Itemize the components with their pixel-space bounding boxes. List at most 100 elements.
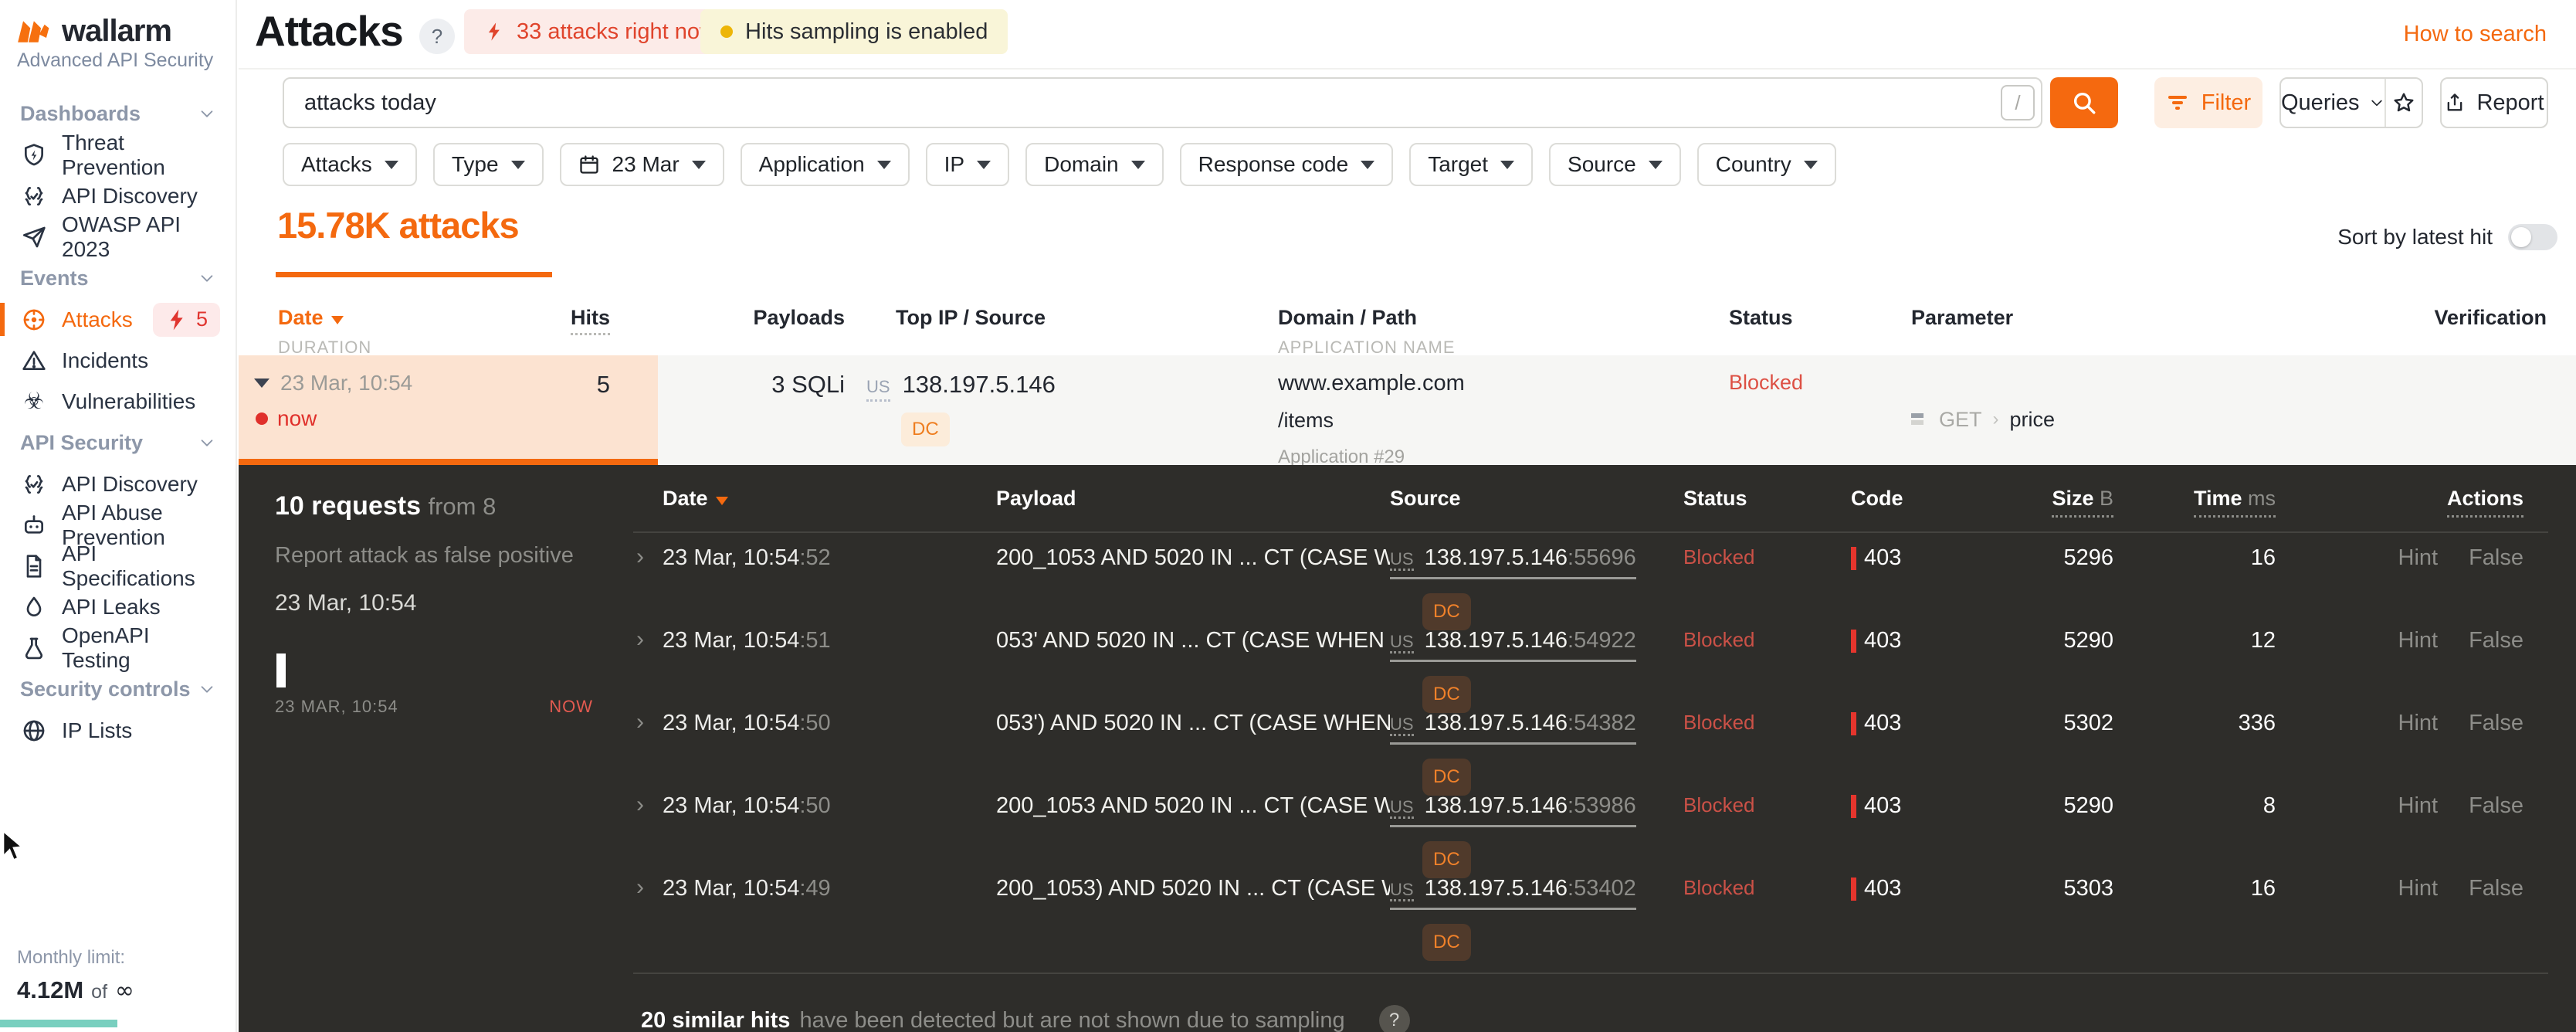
section-events[interactable]: Events	[0, 257, 236, 299]
sidebar-item-threat-prevention[interactable]: Threat Prevention	[0, 131, 236, 179]
queries-button[interactable]: Queries	[2281, 79, 2386, 127]
column-top-ip-source: Top IP / Source	[896, 306, 1046, 329]
sort-desc-icon	[330, 316, 344, 324]
filter-chip-target[interactable]: Target	[1409, 143, 1534, 186]
sidebar-item-api-abuse-prevention[interactable]: API Abuse Prevention	[0, 501, 236, 549]
datacenter-badge[interactable]: DC	[1422, 593, 1471, 630]
filter-chip-domain[interactable]: Domain	[1025, 143, 1164, 186]
hint-action[interactable]: Hint	[2398, 793, 2439, 818]
hint-action[interactable]: Hint	[2398, 628, 2439, 653]
hit-row[interactable]: › 23 Mar, 10:54:50 053') AND 5020 IN ...…	[633, 698, 2548, 796]
datacenter-badge[interactable]: DC	[1422, 759, 1471, 796]
attack-domain[interactable]: www.example.com	[1278, 371, 1642, 396]
sidebar-item-incidents[interactable]: Incidents	[0, 340, 236, 381]
column-size[interactable]: Size B	[2052, 487, 2113, 518]
attack-top-ip[interactable]: 138.197.5.146	[903, 371, 1056, 399]
attack-date[interactable]: 23 Mar, 10:54	[239, 371, 480, 395]
datacenter-badge[interactable]: DC	[1422, 841, 1471, 878]
section-dashboards[interactable]: Dashboards	[0, 93, 236, 134]
expand-chevron-icon[interactable]: ›	[633, 545, 663, 569]
false-action[interactable]: False	[2469, 545, 2523, 570]
column-code: Code	[1851, 487, 1903, 510]
column-hits[interactable]: Hits	[570, 306, 610, 335]
datacenter-badge[interactable]: DC	[1422, 676, 1471, 713]
hit-row[interactable]: › 23 Mar, 10:54:49 200_1053) AND 5020 IN…	[633, 864, 2548, 961]
section-api-security[interactable]: API Security	[0, 422, 236, 463]
hit-source[interactable]: US 138.197.5.146:54382 DC	[1390, 711, 1683, 796]
hit-status: Blocked	[1683, 628, 1755, 651]
false-action[interactable]: False	[2469, 628, 2523, 653]
filter-chip-type[interactable]: Type	[432, 143, 544, 186]
hit-source[interactable]: US 138.197.5.146:53986 DC	[1390, 793, 1683, 878]
false-action[interactable]: False	[2469, 876, 2523, 901]
filter-chip-attacks[interactable]: Attacks	[283, 143, 417, 186]
section-security-controls[interactable]: Security controls	[0, 668, 236, 710]
false-action[interactable]: False	[2469, 793, 2523, 818]
hit-code: 403	[1851, 793, 1990, 819]
filter-chip-date[interactable]: 23 Mar	[559, 143, 724, 186]
sidebar-item-api-specifications[interactable]: API Specifications	[0, 541, 236, 590]
warning-triangle-icon	[22, 350, 46, 370]
hit-size: 5290	[2063, 793, 2113, 818]
sidebar-item-ip-lists[interactable]: IP Lists	[0, 710, 236, 751]
datacenter-badge[interactable]: DC	[1422, 924, 1471, 961]
report-button[interactable]: Report	[2440, 77, 2548, 128]
false-action[interactable]: False	[2469, 711, 2523, 735]
sidebar: wallarm Advanced API Security Dashboards…	[0, 0, 237, 1032]
hint-action[interactable]: Hint	[2398, 711, 2439, 735]
hit-row[interactable]: › 23 Mar, 10:54:50 200_1053 AND 5020 IN …	[633, 781, 2548, 878]
hit-source[interactable]: US 138.197.5.146:55696 DC	[1390, 545, 1683, 630]
help-icon[interactable]: ?	[419, 19, 455, 54]
sidebar-item-api-discovery[interactable]: API Discovery	[0, 175, 236, 216]
column-actions[interactable]: Actions	[2446, 487, 2523, 518]
column-date[interactable]: Date	[239, 306, 480, 330]
hit-source[interactable]: US 138.197.5.146:54922 DC	[1390, 628, 1683, 713]
sidebar-item-api-leaks[interactable]: API Leaks	[0, 586, 236, 627]
sort-toggle[interactable]	[2508, 224, 2557, 250]
filter-chip-ip[interactable]: IP	[925, 143, 1010, 186]
expand-chevron-icon[interactable]: ›	[633, 876, 663, 899]
report-false-positive-link[interactable]: Report attack as false positive	[275, 543, 593, 569]
attacks-count-tab[interactable]: 15.78K attacks	[277, 204, 520, 246]
filter-chip-response-code[interactable]: Response code	[1179, 143, 1394, 186]
sidebar-item-owasp-api-2023[interactable]: OWASP API 2023	[0, 212, 236, 261]
collapse-chevron-icon[interactable]	[254, 379, 269, 388]
expand-chevron-icon[interactable]: ›	[633, 711, 663, 734]
calendar-icon	[579, 155, 598, 174]
braces-check-icon	[25, 474, 43, 494]
help-icon[interactable]: ?	[1378, 1005, 1410, 1032]
hint-action[interactable]: Hint	[2398, 545, 2439, 570]
sidebar-item-api-discovery-2[interactable]: API Discovery	[0, 463, 236, 504]
hint-action[interactable]: Hint	[2398, 876, 2439, 901]
filter-button[interactable]: Filter	[2154, 77, 2262, 128]
similar-hits-count: 20 similar hits	[641, 1007, 791, 1032]
search-button[interactable]	[2050, 77, 2118, 128]
search-input[interactable]	[283, 77, 2042, 128]
chevron-down-icon	[201, 110, 213, 117]
expand-chevron-icon[interactable]: ›	[633, 628, 663, 651]
hit-row[interactable]: › 23 Mar, 10:54:52 200_1053 AND 5020 IN …	[633, 533, 2548, 630]
expand-chevron-icon[interactable]: ›	[633, 793, 663, 816]
wallarm-logo[interactable]: wallarm	[17, 14, 172, 49]
details-time: 23 Mar, 10:54	[275, 590, 417, 616]
flask-icon	[25, 637, 43, 659]
filter-chip-source[interactable]: Source	[1549, 143, 1681, 186]
sidebar-item-vulnerabilities[interactable]: ☣ Vulnerabilities	[0, 381, 236, 422]
column-time[interactable]: Time ms	[2193, 487, 2276, 518]
how-to-search-link[interactable]: How to search	[2404, 22, 2547, 47]
sidebar-item-openapi-testing[interactable]: OpenAPI Testing	[0, 623, 236, 672]
attacks-right-now-badge[interactable]: 33 attacks right now	[464, 9, 736, 54]
sidebar-item-attacks[interactable]: Attacks 5	[0, 299, 236, 340]
filter-chip-country[interactable]: Country	[1696, 143, 1836, 186]
datacenter-badge[interactable]: DC	[901, 412, 950, 446]
monthly-limit-label: Monthly limit:	[17, 947, 126, 968]
hit-source[interactable]: US 138.197.5.146:53402 DC	[1390, 876, 1683, 961]
attack-row[interactable]: 23 Mar, 10:54 now 5 3 SQLi US 138.197.5.…	[239, 355, 2576, 467]
attack-payloads[interactable]: 3 SQLi	[771, 371, 845, 398]
favorite-star-button[interactable]	[2386, 79, 2422, 127]
filter-chip-application[interactable]: Application	[740, 143, 910, 186]
status-code-bar	[1851, 629, 1856, 653]
hit-row[interactable]: › 23 Mar, 10:54:51 053' AND 5020 IN ... …	[633, 616, 2548, 713]
country-code[interactable]: US	[866, 377, 890, 402]
column-date[interactable]: Date	[663, 487, 996, 511]
